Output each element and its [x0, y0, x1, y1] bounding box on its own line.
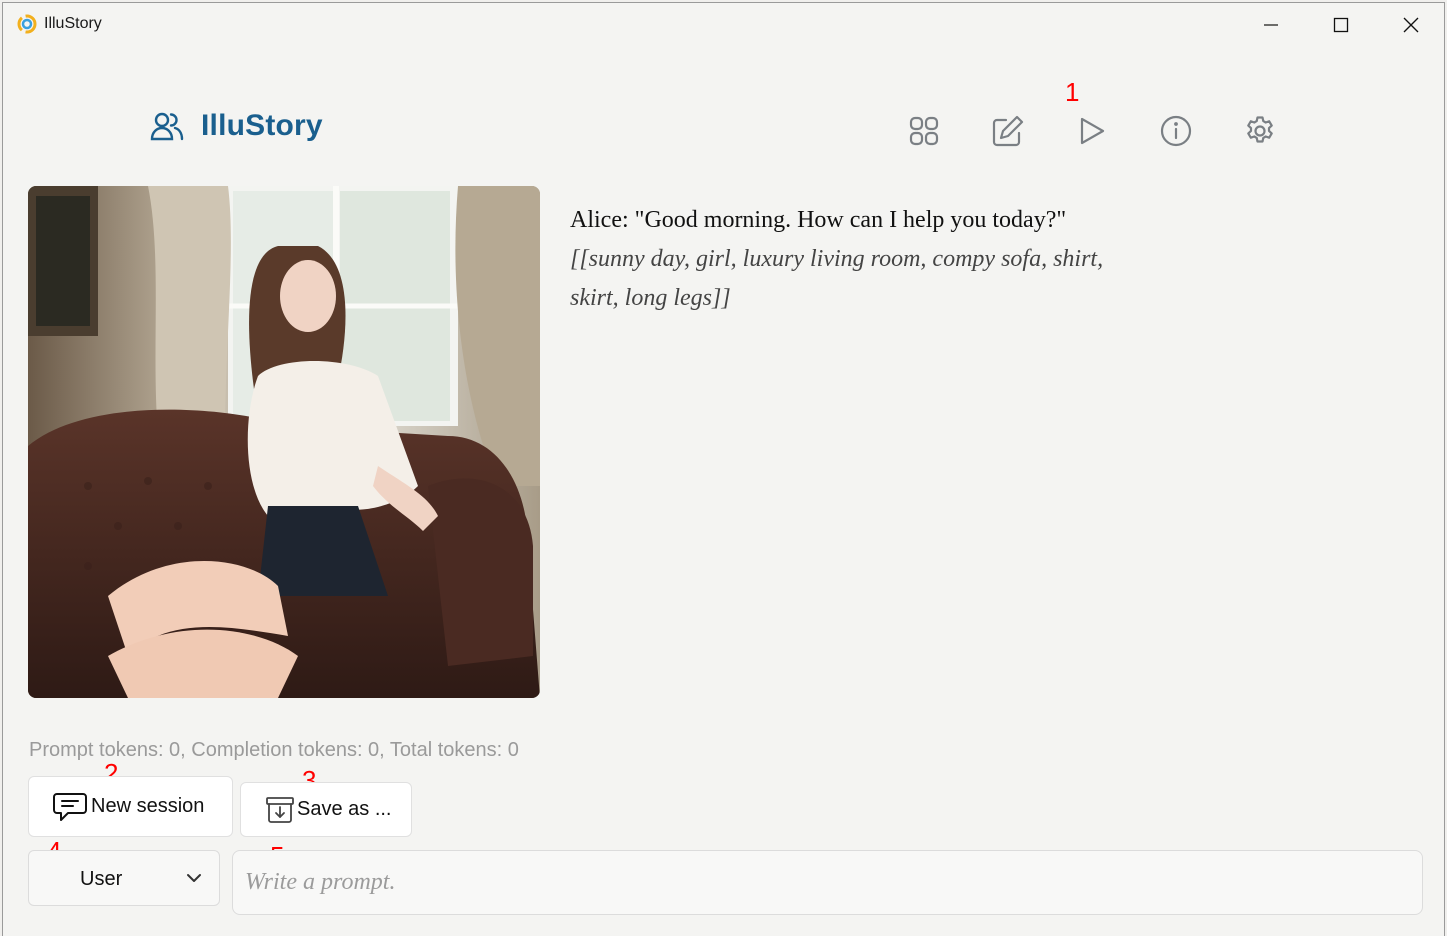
- app-logo-icon: [17, 14, 37, 34]
- save-as-button[interactable]: Save as ...: [240, 782, 412, 837]
- window-title: IlluStory: [44, 15, 102, 32]
- story-output: Alice: "Good morning. How can I help you…: [570, 201, 1130, 318]
- info-icon: [1160, 115, 1192, 147]
- grid-icon: [909, 116, 939, 146]
- brand: IlluStory: [150, 109, 323, 143]
- play-icon: [1080, 117, 1105, 145]
- new-session-button[interactable]: New session: [28, 776, 233, 837]
- token-usage: Prompt tokens: 0, Completion tokens: 0, …: [29, 739, 519, 761]
- gallery-button[interactable]: [903, 110, 945, 152]
- title-bar: IlluStory: [3, 3, 1444, 47]
- role-select[interactable]: User: [28, 850, 220, 906]
- save-as-label: Save as ...: [297, 798, 392, 820]
- chevron-down-icon: [187, 874, 201, 882]
- app-window: IlluStory IlluStory 1 2 3 Alice: "Good m…: [2, 2, 1445, 936]
- settings-button[interactable]: [1239, 110, 1281, 152]
- minimize-icon: [1264, 24, 1278, 26]
- edit-button[interactable]: [987, 110, 1029, 152]
- settings-icon: [1247, 116, 1273, 143]
- annotation-marker-1: 1: [1065, 77, 1080, 107]
- prompt-input[interactable]: [232, 850, 1423, 915]
- illustration-image: [28, 186, 540, 698]
- edit-icon: [992, 115, 1024, 147]
- archive-download-icon: [266, 796, 294, 823]
- maximize-icon: [1333, 17, 1349, 33]
- story-illustration: [28, 186, 540, 698]
- minimize-button[interactable]: [1236, 3, 1306, 47]
- image-tags: [[sunny day, girl, luxury living room, c…: [570, 246, 1104, 311]
- close-icon: [1403, 17, 1419, 33]
- info-button[interactable]: [1155, 110, 1197, 152]
- maximize-button[interactable]: [1306, 3, 1376, 47]
- role-select-value: User: [80, 868, 123, 890]
- users-icon: [150, 112, 184, 141]
- brand-name: IlluStory: [201, 109, 323, 142]
- dialogue-line: Alice: "Good morning. How can I help you…: [570, 207, 1067, 233]
- new-session-label: New session: [91, 795, 205, 817]
- close-button[interactable]: [1376, 3, 1446, 47]
- play-button[interactable]: [1071, 110, 1113, 152]
- chat-bubble-icon: [53, 792, 87, 821]
